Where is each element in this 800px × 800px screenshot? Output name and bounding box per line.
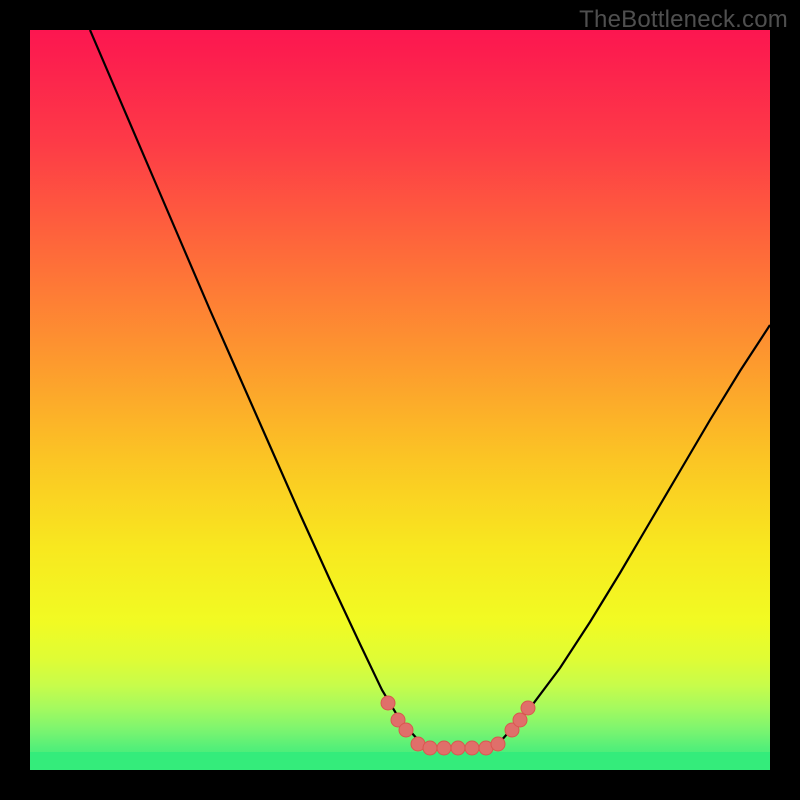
chart-plot — [30, 30, 770, 770]
watermark-text: TheBottleneck.com — [579, 6, 788, 34]
data-marker — [465, 741, 479, 755]
data-marker — [381, 696, 395, 710]
data-marker — [423, 741, 437, 755]
data-marker — [491, 737, 505, 751]
data-marker — [437, 741, 451, 755]
chart-frame: TheBottleneck.com — [0, 0, 800, 800]
data-marker — [399, 723, 413, 737]
green-band — [30, 752, 770, 770]
data-marker — [521, 701, 535, 715]
data-marker — [451, 741, 465, 755]
data-marker — [513, 713, 527, 727]
plot-background — [30, 30, 770, 770]
